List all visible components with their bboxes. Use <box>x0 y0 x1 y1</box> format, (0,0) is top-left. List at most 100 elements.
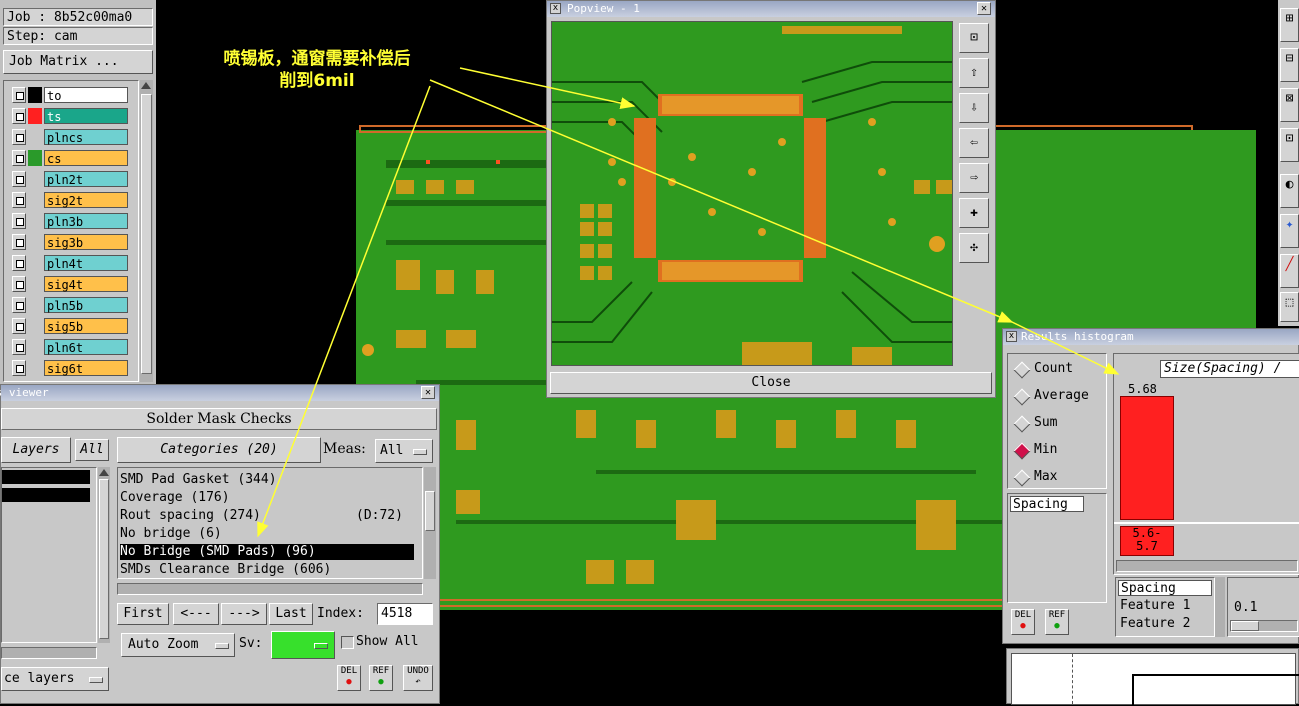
radio-diamond-icon[interactable] <box>1013 415 1031 433</box>
prev-button[interactable]: <--- <box>173 603 219 625</box>
hist-del-button[interactable]: DEL ● <box>1011 609 1035 635</box>
layer-row-pln2t[interactable]: pln2t <box>12 171 128 187</box>
layer-visibility-checkbox[interactable] <box>12 150 26 166</box>
tool-8-icon[interactable]: ⬚ <box>1280 292 1299 322</box>
categories-h-scrollbar[interactable] <box>117 583 423 595</box>
pan-up-icon[interactable]: ⇧ <box>959 58 989 88</box>
category-item[interactable]: Rout spacing (274) (D:72) <box>120 508 414 524</box>
window-menu-icon[interactable]: x <box>1006 331 1017 342</box>
layer-row-pln5b[interactable]: pln5b <box>12 297 128 313</box>
layer-visibility-checkbox[interactable] <box>12 192 26 208</box>
tool-4-icon[interactable]: ⊡ <box>1280 128 1299 162</box>
layer-visibility-checkbox[interactable] <box>12 318 26 334</box>
layer-visibility-checkbox[interactable] <box>12 255 26 271</box>
popview-canvas[interactable] <box>551 21 953 366</box>
layer-color-swatch[interactable] <box>28 276 42 292</box>
histogram-bar[interactable] <box>1120 396 1174 520</box>
scroll-up-arrow-icon[interactable] <box>141 82 151 89</box>
ref-button[interactable]: REF ● <box>369 665 393 691</box>
popview-close-icon[interactable]: ✕ <box>977 2 991 15</box>
radio-diamond-icon[interactable] <box>1013 361 1031 379</box>
category-item[interactable]: No Bridge (SMD Pads) (96) <box>120 544 414 560</box>
attribute-list-scrollbar[interactable] <box>1215 577 1225 637</box>
chart-h-scrollbar[interactable] <box>1116 560 1298 572</box>
layer-color-swatch[interactable] <box>28 255 42 271</box>
layer-visibility-checkbox[interactable] <box>12 339 26 355</box>
layer-list-row-selected-2[interactable] <box>2 488 90 502</box>
first-button[interactable]: First <box>117 603 169 625</box>
measure-option-sum[interactable]: Sum <box>1008 414 1106 434</box>
layer-list-row-selected[interactable] <box>2 470 90 484</box>
tool-6-icon[interactable]: ✦ <box>1280 214 1299 248</box>
layer-row-sig2t[interactable]: sig2t <box>12 192 128 208</box>
layer-row-pln4t[interactable]: pln4t <box>12 255 128 271</box>
index-input[interactable]: 4518 <box>377 603 433 625</box>
zoom-out-icon[interactable]: ✣ <box>959 233 989 263</box>
categories-header-button[interactable]: Categories (20) <box>117 437 321 463</box>
slider-thumb[interactable] <box>1231 621 1259 631</box>
attribute-list-item[interactable]: Feature 1 <box>1118 598 1212 614</box>
category-item[interactable]: No bridge (6) <box>120 526 414 542</box>
zoom-fit-icon[interactable]: ⊡ <box>959 23 989 53</box>
pan-left-icon[interactable]: ⇦ <box>959 128 989 158</box>
radio-diamond-icon[interactable] <box>1013 442 1031 460</box>
histogram-titlebar[interactable]: x Results histogram <box>1003 329 1299 345</box>
layer-color-swatch[interactable] <box>28 297 42 313</box>
radio-diamond-icon[interactable] <box>1013 469 1031 487</box>
auto-zoom-dropdown[interactable]: Auto Zoom <box>121 633 235 657</box>
zoom-in-icon[interactable]: ✚ <box>959 198 989 228</box>
popview-titlebar[interactable]: x Popview - 1 ✕ <box>547 1 995 17</box>
layer-color-swatch[interactable] <box>28 318 42 334</box>
layer-visibility-checkbox[interactable] <box>12 87 26 103</box>
window-menu-icon[interactable]: x <box>550 3 561 14</box>
layer-list-scrollbar[interactable] <box>140 80 153 382</box>
category-item[interactable]: Coverage (176) <box>120 490 414 506</box>
layer-visibility-checkbox[interactable] <box>12 297 26 313</box>
tool-5-icon[interactable]: ◐ <box>1280 174 1299 208</box>
attribute-list-item[interactable]: Spacing <box>1118 580 1212 596</box>
measure-list-item[interactable]: Spacing <box>1010 496 1084 512</box>
next-button[interactable]: ---> <box>221 603 267 625</box>
measure-option-min[interactable]: Min <box>1008 441 1106 461</box>
attribute-list-item[interactable]: Feature 2 <box>1118 616 1212 632</box>
measure-option-average[interactable]: Average <box>1008 387 1106 407</box>
scroll-thumb[interactable] <box>99 479 109 639</box>
measure-option-count[interactable]: Count <box>1008 360 1106 380</box>
sv-color-dropdown[interactable] <box>271 631 335 659</box>
hist-ref-button[interactable]: REF ● <box>1045 609 1069 635</box>
layer-visibility-checkbox[interactable] <box>12 213 26 229</box>
layer-color-swatch[interactable] <box>28 87 42 103</box>
tool-7-icon[interactable]: ╱ <box>1280 254 1299 288</box>
results-viewer-close-icon[interactable]: ✕ <box>421 386 435 399</box>
job-matrix-button[interactable]: Job Matrix ... <box>3 50 153 74</box>
layer-color-swatch[interactable] <box>28 129 42 145</box>
undo-button[interactable]: UNDO ↶ <box>403 665 433 691</box>
measure-option-max[interactable]: Max <box>1008 468 1106 488</box>
layer-visibility-checkbox[interactable] <box>12 129 26 145</box>
bar-range-label[interactable]: 5.6- 5.7 <box>1120 526 1174 556</box>
radio-diamond-icon[interactable] <box>1013 388 1031 406</box>
layer-color-swatch[interactable] <box>28 234 42 250</box>
layer-row-sig6t[interactable]: sig6t <box>12 360 128 376</box>
tool-2-icon[interactable]: ⊟ <box>1280 48 1299 82</box>
pan-right-icon[interactable]: ⇨ <box>959 163 989 193</box>
popview-close-button[interactable]: Close <box>550 372 992 394</box>
layer-color-swatch[interactable] <box>28 108 42 124</box>
scroll-thumb[interactable] <box>425 491 435 531</box>
last-button[interactable]: Last <box>269 603 313 625</box>
layer-visibility-checkbox[interactable] <box>12 234 26 250</box>
show-all-checkbox[interactable] <box>341 636 354 649</box>
layers-h-scrollbar[interactable] <box>1 647 97 659</box>
scale-slider[interactable] <box>1230 620 1298 632</box>
categories-list-scrollbar[interactable] <box>424 467 436 579</box>
layer-visibility-checkbox[interactable] <box>12 171 26 187</box>
del-button[interactable]: DEL ● <box>337 665 361 691</box>
layer-row-pln6t[interactable]: pln6t <box>12 339 128 355</box>
layer-row-sig4t[interactable]: sig4t <box>12 276 128 292</box>
category-item[interactable]: SMDs Clearance Bridge (606) <box>120 562 414 578</box>
layer-color-swatch[interactable] <box>28 150 42 166</box>
layer-row-plncs[interactable]: plncs <box>12 129 128 145</box>
tool-1-icon[interactable]: ⊞ <box>1280 8 1299 42</box>
layer-color-swatch[interactable] <box>28 192 42 208</box>
layer-row-to[interactable]: to <box>12 87 128 103</box>
